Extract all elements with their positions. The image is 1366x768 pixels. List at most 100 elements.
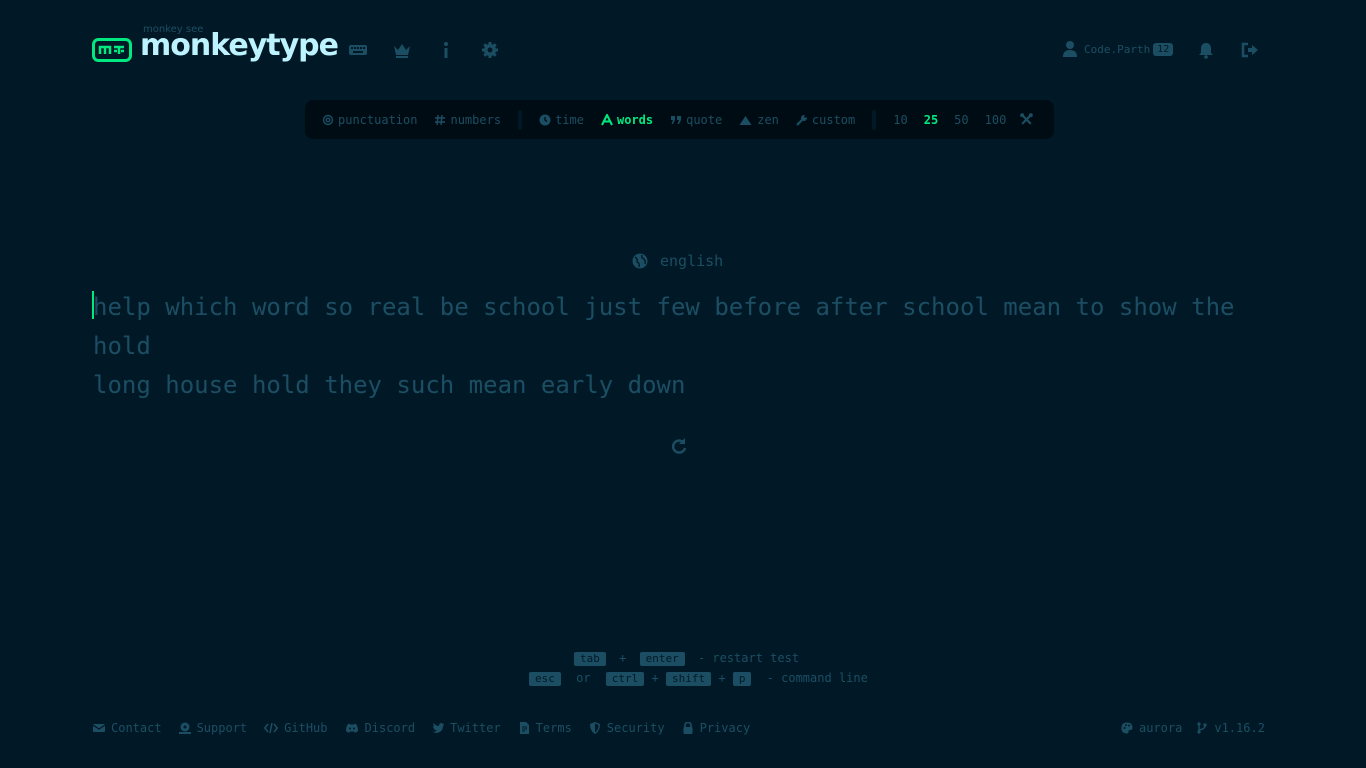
footer-security-label: Security <box>606 721 665 735</box>
wrench-icon <box>796 114 807 126</box>
language-button[interactable]: english <box>632 252 723 270</box>
word-count-50[interactable]: 50 <box>954 113 968 127</box>
envelope-icon <box>93 724 105 732</box>
shield-icon <box>589 722 600 734</box>
key-shift: shift <box>666 672 712 686</box>
custom-count-tools-icon[interactable] <box>1020 113 1037 126</box>
footer-links: Contact Support GitHub Discord Twitter T… <box>93 721 767 735</box>
footer-discord-label: Discord <box>364 721 416 735</box>
logo-subtitle: monkey see <box>143 24 204 35</box>
key-ctrl: ctrl <box>605 672 645 686</box>
plus-sign: + <box>619 651 627 665</box>
punctuation-label: punctuation <box>338 112 418 127</box>
restart-button[interactable] <box>670 437 688 455</box>
at-icon <box>322 114 334 125</box>
language-label: english <box>660 252 724 270</box>
or-text: or <box>576 671 591 685</box>
key-enter: enter <box>639 652 685 666</box>
lock-icon <box>683 722 693 734</box>
mode-quote-label: quote <box>686 112 723 127</box>
mode-time[interactable]: time <box>539 113 584 127</box>
footer-discord-link[interactable]: Discord <box>345 721 416 735</box>
punctuation-toggle[interactable]: punctuation <box>322 113 417 127</box>
globe-icon <box>632 253 648 269</box>
word-count-50-label: 50 <box>954 112 969 127</box>
account-name: Code.Parth <box>1084 42 1151 56</box>
mode-quote[interactable]: quote <box>670 113 722 127</box>
key-esc: esc <box>529 672 561 686</box>
mode-zen-label: zen <box>757 112 779 127</box>
redo-icon <box>672 438 687 454</box>
logo[interactable]: monkey see monkeytype <box>92 24 339 63</box>
footer-terms-link[interactable]: Terms <box>518 721 572 735</box>
twitter-icon <box>432 723 445 733</box>
plus-sign: + <box>651 671 659 685</box>
hashtag-icon <box>435 114 446 125</box>
footer-github-link[interactable]: GitHub <box>264 721 328 735</box>
version-button[interactable]: v1.16.2 <box>1196 721 1265 735</box>
mode-time-label: time <box>555 112 584 127</box>
mode-words-label: words <box>616 112 654 127</box>
file-contract-icon <box>519 722 529 734</box>
footer-twitter-link[interactable]: Twitter <box>432 721 501 735</box>
donate-icon <box>178 722 191 734</box>
restart-hint-text: - restart test <box>697 651 800 665</box>
footer-right: aurora v1.16.2 <box>1121 721 1265 735</box>
crown-icon[interactable] <box>392 40 412 60</box>
command-line-hint: esc or ctrl + shift + p - command line <box>529 671 868 686</box>
config-divider <box>518 109 523 130</box>
word-count-25[interactable]: 25 <box>924 113 938 127</box>
footer-support-label: Support <box>196 721 248 735</box>
quote-icon <box>671 115 682 124</box>
theme-label: aurora <box>1139 721 1183 735</box>
mode-words[interactable]: words <box>601 113 653 127</box>
key-tab: tab <box>574 652 606 666</box>
footer-privacy-label: Privacy <box>699 721 751 735</box>
keyboard-icon[interactable] <box>348 40 368 60</box>
mode-zen[interactable]: zen <box>738 113 779 127</box>
user-icon <box>1063 41 1077 57</box>
word-count-100[interactable]: 100 <box>985 113 1007 127</box>
footer-privacy-link[interactable]: Privacy <box>682 721 751 735</box>
footer-github-label: GitHub <box>284 721 328 735</box>
command-line-hint-text: - command line <box>766 671 868 685</box>
word-count-100-label: 100 <box>984 112 1007 127</box>
theme-button[interactable]: aurora <box>1121 721 1182 735</box>
clock-icon <box>539 114 551 125</box>
word-count-10-label: 10 <box>893 112 908 127</box>
restart-hint: tab + enter - restart test <box>574 651 799 666</box>
account-button[interactable]: Code.Parth 12 <box>1062 40 1174 58</box>
test-config-bar: punctuation numbers time words quote zen… <box>305 100 1054 139</box>
key-p: p <box>732 672 752 686</box>
discord-icon <box>345 723 358 733</box>
font-icon <box>601 113 613 125</box>
words-line-1: help which word so real be school just f… <box>93 293 1235 360</box>
mountain-icon <box>739 115 752 125</box>
footer-contact-label: Contact <box>111 721 162 735</box>
account-level-badge: 12 <box>1153 42 1174 56</box>
numbers-toggle[interactable]: numbers <box>434 113 501 127</box>
settings-gear-icon[interactable] <box>480 40 500 60</box>
sign-out-icon[interactable] <box>1240 40 1260 60</box>
footer-contact-link[interactable]: Contact <box>93 721 162 735</box>
notification-bell-icon[interactable] <box>1196 40 1216 60</box>
typing-caret <box>92 291 94 319</box>
plus-sign: + <box>718 671 726 685</box>
mode-custom-label: custom <box>811 112 856 127</box>
words-area[interactable]: help which word so real be school just f… <box>93 288 1283 405</box>
footer-support-link[interactable]: Support <box>178 721 248 735</box>
palette-icon <box>1121 722 1133 734</box>
footer-security-link[interactable]: Security <box>589 721 665 735</box>
version-label: v1.16.2 <box>1214 721 1265 735</box>
footer-twitter-label: Twitter <box>450 721 501 735</box>
numbers-label: numbers <box>450 112 502 127</box>
info-icon[interactable] <box>436 40 456 60</box>
word-count-25-label: 25 <box>923 112 939 127</box>
mode-custom[interactable]: custom <box>796 113 855 127</box>
config-divider <box>872 109 877 130</box>
code-branch-icon <box>1197 722 1207 734</box>
word-count-10[interactable]: 10 <box>893 113 907 127</box>
logo-icon <box>92 37 132 62</box>
footer-terms-label: Terms <box>535 721 572 735</box>
words-line-2: long house hold they such mean early dow… <box>93 371 686 399</box>
